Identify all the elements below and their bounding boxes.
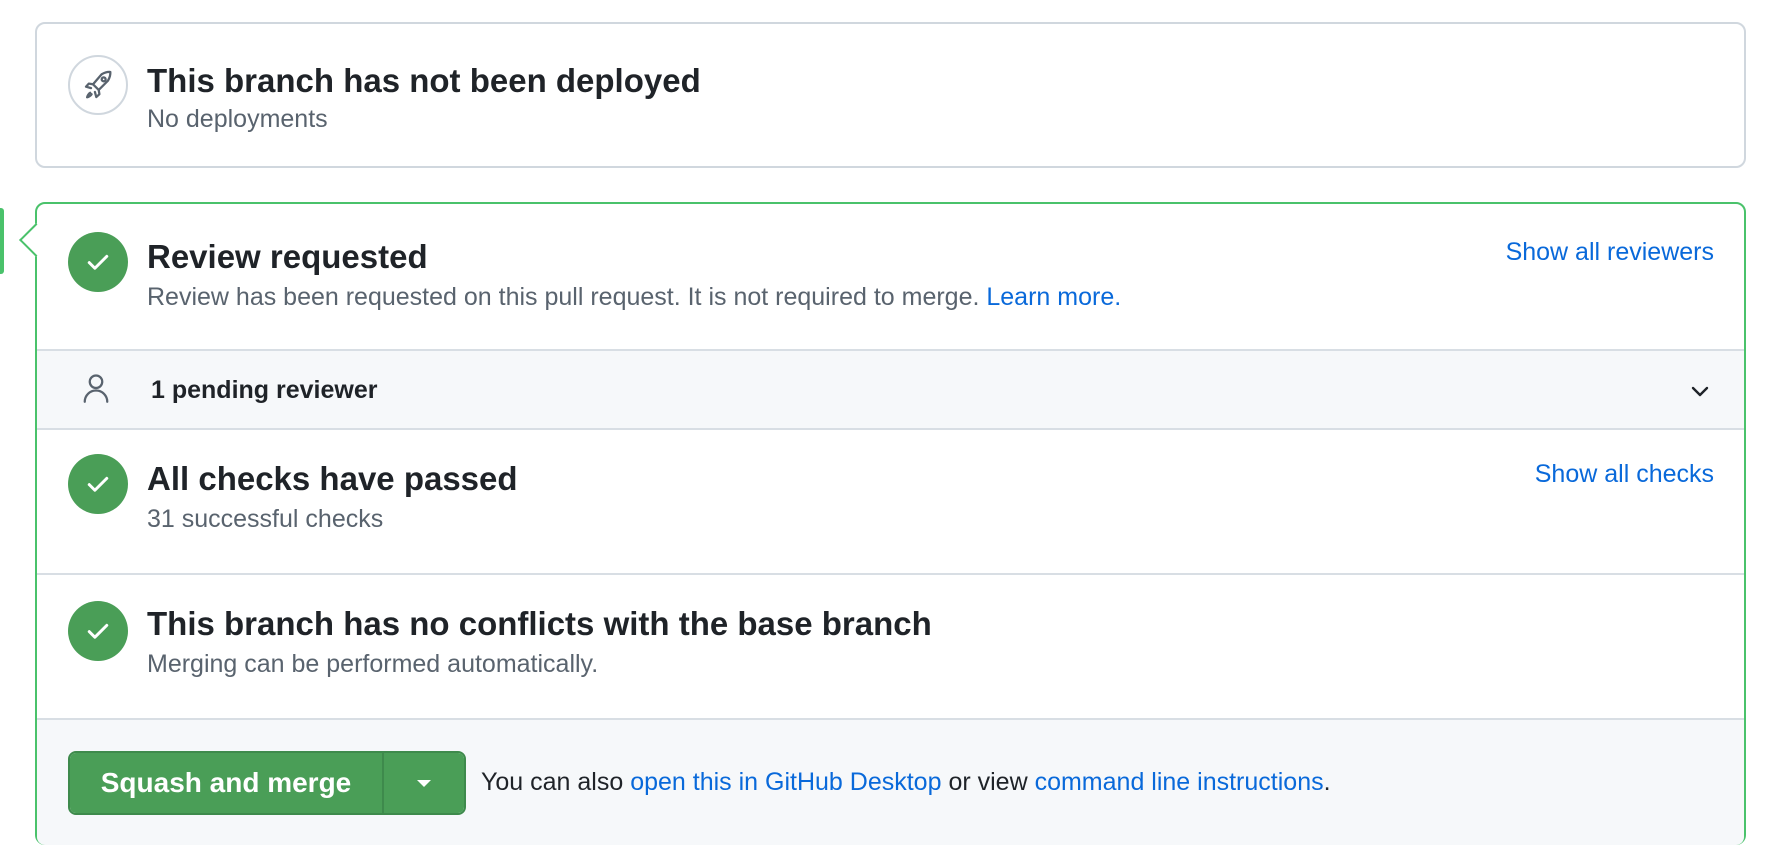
pending-reviewers-row[interactable]: 1 pending reviewer: [37, 351, 1744, 430]
check-icon: [68, 232, 128, 292]
note-middle: or view: [948, 768, 1028, 796]
command-line-instructions-link[interactable]: command line instructions: [1035, 768, 1324, 796]
conflicts-section: This branch has no conflicts with the ba…: [37, 575, 1744, 720]
show-all-reviewers-link[interactable]: Show all reviewers: [1506, 238, 1714, 267]
merge-alternatives-note: You can also open this in GitHub Desktop…: [481, 768, 1331, 797]
checks-subtitle: 31 successful checks: [147, 505, 384, 533]
caret-down-icon: [417, 779, 431, 787]
review-subtitle: Review has been requested on this pull r…: [147, 283, 1121, 312]
conflicts-title: This branch has no conflicts with the ba…: [147, 605, 932, 642]
deployment-title: This branch has not been deployed: [147, 62, 701, 99]
person-icon: [81, 371, 111, 410]
squash-and-merge-button[interactable]: Squash and merge: [70, 753, 384, 813]
check-icon: [68, 454, 128, 514]
note-prefix: You can also: [481, 768, 624, 796]
checks-section: All checks have passed 31 successful che…: [37, 430, 1744, 575]
checks-title: All checks have passed: [147, 460, 518, 497]
github-desktop-link[interactable]: open this in GitHub Desktop: [630, 768, 941, 796]
review-section: Review requested Review has been request…: [37, 204, 1744, 351]
rocket-icon: [68, 55, 128, 115]
check-icon: [68, 601, 128, 661]
chevron-down-icon[interactable]: [1688, 379, 1712, 408]
merge-status-box: Review requested Review has been request…: [35, 202, 1746, 845]
note-suffix: .: [1323, 768, 1331, 796]
merge-actions-row: Squash and merge You can also open this …: [37, 720, 1744, 845]
conflicts-subtitle: Merging can be performed automatically.: [147, 650, 599, 678]
review-subtitle-text: Review has been requested on this pull r…: [147, 283, 980, 311]
learn-more-link[interactable]: Learn more.: [986, 283, 1121, 311]
timeline-accent-marker: [0, 208, 4, 274]
review-title: Review requested: [147, 238, 428, 275]
merge-options-dropdown[interactable]: [384, 753, 464, 813]
show-all-checks-link[interactable]: Show all checks: [1535, 460, 1714, 489]
deployment-status-box: This branch has not been deployed No dep…: [35, 22, 1746, 168]
deployment-subtitle: No deployments: [147, 105, 328, 133]
pending-reviewer-label: 1 pending reviewer: [151, 376, 378, 404]
merge-split-button: Squash and merge: [68, 751, 466, 815]
